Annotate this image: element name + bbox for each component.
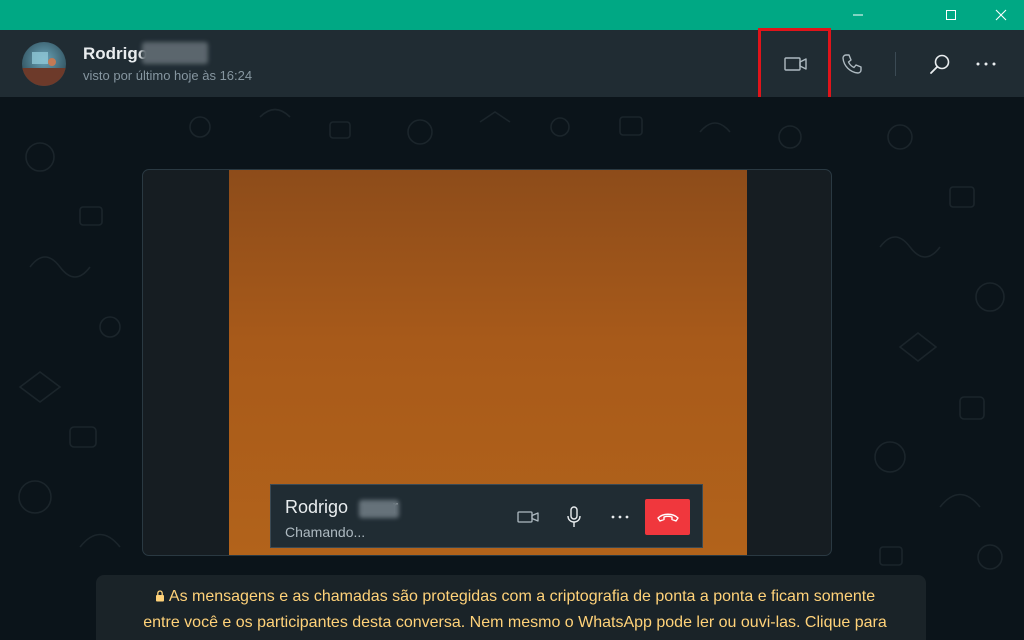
toggle-microphone-button[interactable] (556, 499, 592, 535)
window-titlebar (0, 0, 1024, 30)
maximize-icon (946, 10, 956, 20)
close-icon (995, 9, 1007, 21)
call-status: Chamando... (285, 524, 366, 540)
redacted-surname (359, 500, 399, 518)
last-seen-status: visto por último hoje às 16:24 (83, 68, 253, 83)
microphone-icon (567, 506, 581, 527)
redacted-surname (142, 42, 208, 64)
hang-up-icon (656, 513, 679, 522)
search-button[interactable] (922, 30, 958, 97)
maximize-button[interactable] (928, 0, 974, 30)
minimize-icon (853, 14, 863, 16)
close-button[interactable] (978, 0, 1024, 30)
call-more-options-button[interactable] (602, 499, 638, 535)
camera-icon (517, 511, 539, 523)
contact-name[interactable]: Rodrigo (83, 44, 148, 64)
more-icon (976, 62, 996, 65)
voice-call-icon (842, 53, 862, 74)
call-controls-bar: Rodrigor Chamando... (270, 484, 703, 548)
encryption-notice-line-1: As mensagens e as chamadas são protegida… (124, 584, 906, 610)
toggle-camera-button[interactable] (510, 499, 546, 535)
hang-up-button[interactable] (645, 499, 690, 535)
chat-header: Rodrigo visto por último hoje às 16:24 (0, 30, 1024, 97)
voice-call-button[interactable] (834, 30, 870, 97)
search-icon (930, 54, 950, 74)
minimize-button[interactable] (835, 0, 881, 30)
header-divider (895, 52, 896, 76)
video-call-highlight (758, 28, 831, 101)
encryption-notice-line-2: entre você e os participantes desta conv… (143, 614, 887, 631)
lock-icon (155, 590, 164, 602)
encryption-notice[interactable]: As mensagens e as chamadas são protegida… (96, 575, 926, 640)
more-icon (611, 515, 629, 519)
more-options-button[interactable] (968, 30, 1004, 97)
contact-avatar[interactable] (22, 42, 66, 86)
